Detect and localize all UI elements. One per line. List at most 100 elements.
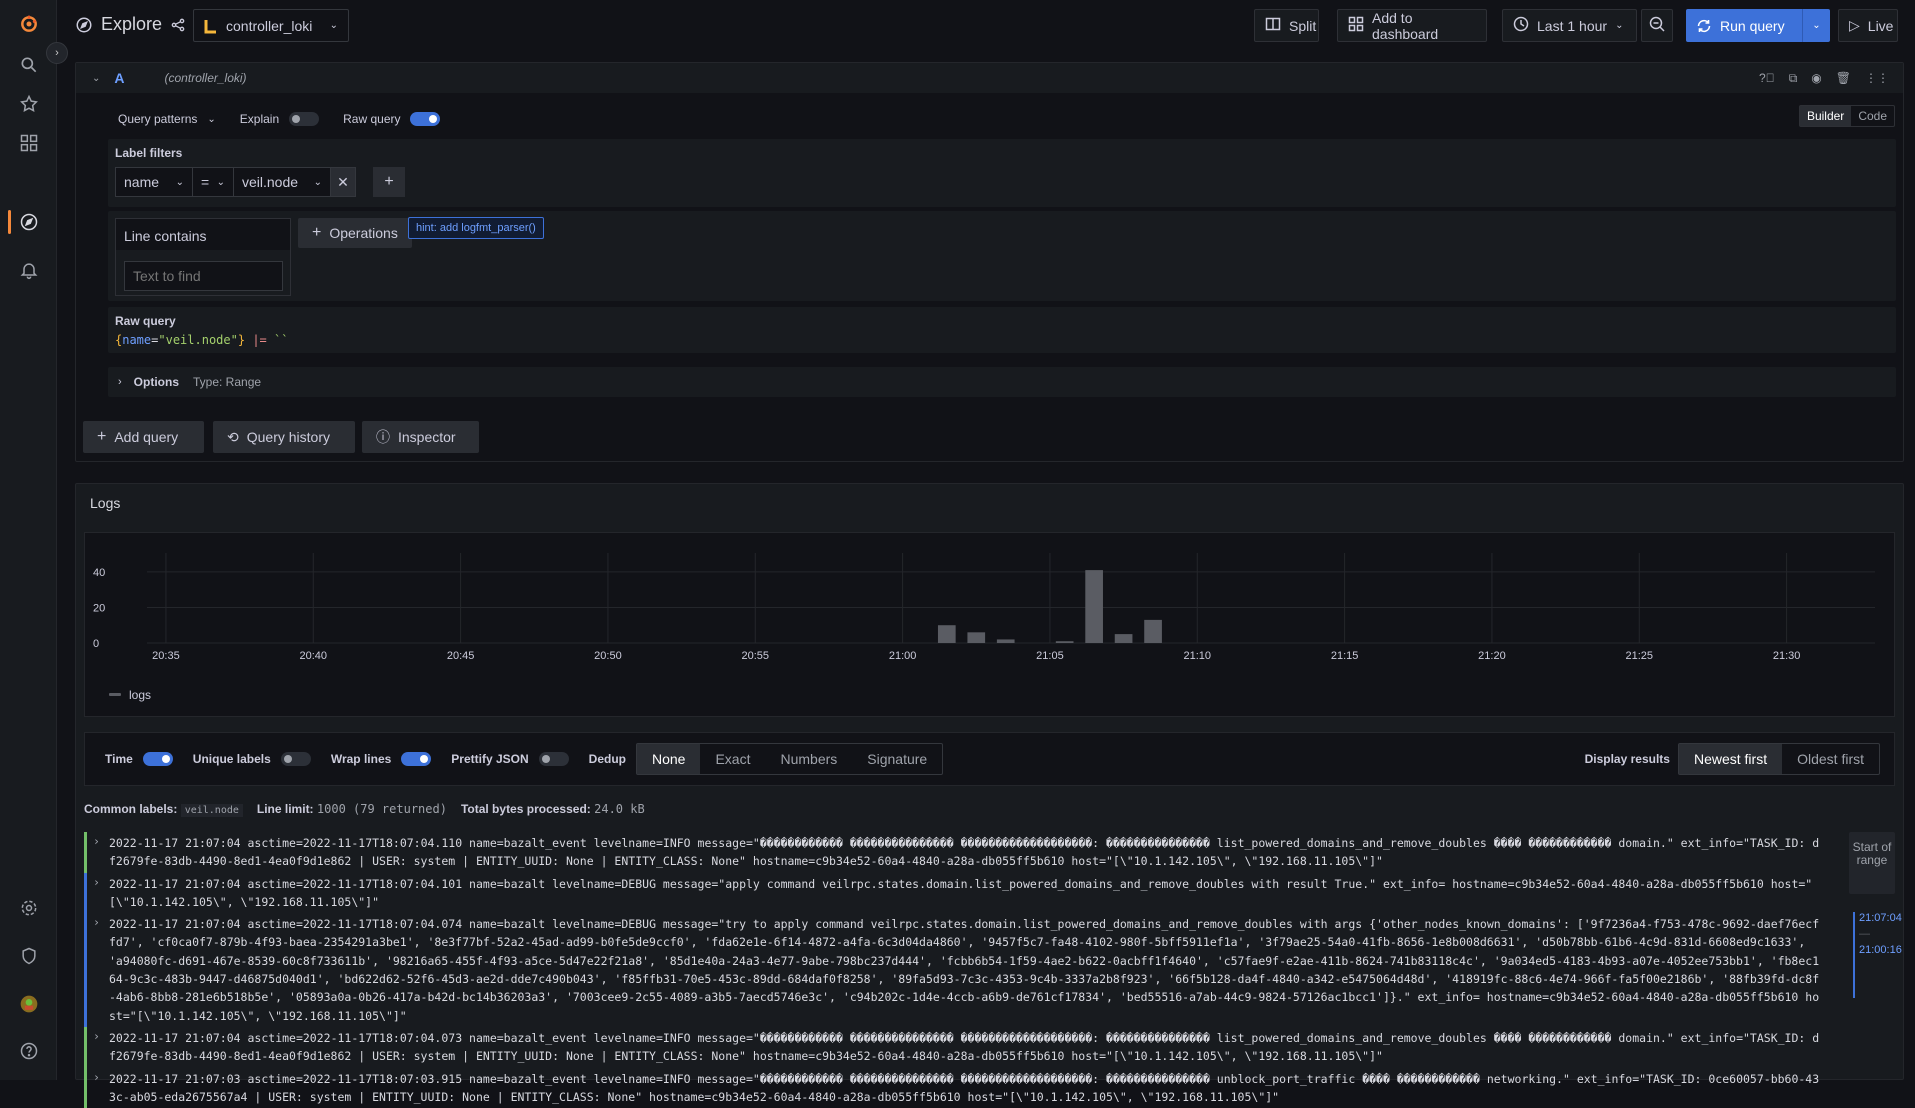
log-display-options: Time Unique labels Wrap lines Prettify J… bbox=[84, 732, 1895, 786]
chart-bar bbox=[996, 639, 1015, 643]
sort-order-control: Newest first Oldest first bbox=[1677, 743, 1880, 775]
time-range-label: Last 1 hour bbox=[1537, 17, 1608, 34]
dedup-exact-button[interactable]: Exact bbox=[700, 744, 765, 774]
run-query-button[interactable]: Run query ⌄ bbox=[1686, 9, 1830, 42]
remove-filter-button[interactable]: ✕ bbox=[330, 167, 356, 197]
dashboards-icon[interactable] bbox=[17, 131, 41, 155]
log-row[interactable]: › 2022-11-17 21:07:03 asctime=2022-11-17T… bbox=[84, 1067, 1822, 1108]
live-button[interactable]: ▷ Live bbox=[1838, 9, 1898, 42]
trash-icon[interactable]: 🗑 bbox=[1836, 71, 1851, 86]
user-avatar[interactable] bbox=[17, 992, 41, 1016]
chevron-right-icon: › bbox=[118, 376, 122, 388]
add-query-button[interactable]: + Add query bbox=[83, 421, 204, 453]
search-icon[interactable] bbox=[17, 53, 41, 77]
options-label: Options bbox=[133, 375, 179, 389]
zoom-out-button[interactable] bbox=[1641, 9, 1673, 42]
time-toggle[interactable] bbox=[142, 752, 173, 766]
collapse-chevron-icon[interactable]: ⌄ bbox=[92, 73, 100, 84]
log-row[interactable]: › 2022-11-17 21:07:04 asctime=2022-11-17T… bbox=[84, 913, 1822, 1027]
inspector-button[interactable]: ⓘ Inspector bbox=[362, 421, 479, 453]
explain-toggle[interactable] bbox=[289, 112, 320, 126]
display-results-label: Display results bbox=[1584, 752, 1670, 766]
split-button[interactable]: Split bbox=[1254, 9, 1319, 42]
text-to-find-input[interactable] bbox=[124, 261, 283, 291]
query-ref-id[interactable]: A bbox=[114, 70, 124, 86]
builder-mode-button[interactable]: Builder bbox=[1799, 106, 1852, 126]
drag-handle-icon[interactable]: ⋮⋮ bbox=[1865, 71, 1889, 86]
expand-row-chevron-icon[interactable]: › bbox=[93, 873, 100, 891]
share-icon[interactable] bbox=[170, 17, 186, 33]
info-circle-icon: ⓘ bbox=[376, 429, 390, 445]
log-message: asctime=2022-11-17T18:07:04.074 name=baz… bbox=[109, 917, 1820, 1023]
query-history-button[interactable]: ⟲ Query history bbox=[213, 421, 355, 453]
x-tick-label: 21:10 bbox=[1184, 650, 1212, 662]
log-timestamp: 2022-11-17 21:07:03 bbox=[109, 1071, 241, 1086]
explore-compass-icon[interactable] bbox=[17, 210, 41, 234]
run-dropdown-chevron-icon[interactable]: ⌄ bbox=[1802, 9, 1830, 42]
inspector-label: Inspector bbox=[398, 429, 456, 445]
options-row[interactable]: › Options Type: Range bbox=[108, 367, 1896, 397]
log-timestamp: 2022-11-17 21:07:04 bbox=[109, 1030, 241, 1045]
help-icon[interactable] bbox=[17, 1039, 41, 1063]
add-filter-button[interactable]: + bbox=[373, 167, 405, 197]
raw-query-code[interactable]: {name="veil.node"} |= `` bbox=[115, 333, 288, 347]
query-patterns-dropdown[interactable]: Query patterns ⌄ bbox=[118, 112, 230, 126]
add-to-dashboard-button[interactable]: Add to dashboard bbox=[1337, 9, 1487, 42]
raw-brace-close: } bbox=[237, 333, 246, 347]
expand-row-chevron-icon[interactable]: › bbox=[93, 832, 100, 850]
logs-volume-chart: 20:35 20:40 20:45 20:50 20:55 21:00 21:05 21:10… bbox=[84, 532, 1895, 717]
duplicate-icon[interactable]: ⧉ bbox=[1789, 71, 1798, 86]
chart-bar bbox=[1144, 619, 1162, 643]
logs-volume-svg: 20:35 20:40 20:45 20:50 20:55 21:00 21:05 21:10… bbox=[93, 553, 1875, 702]
dedup-signature-button[interactable]: Signature bbox=[852, 744, 942, 774]
settings-gear-icon[interactable] bbox=[17, 896, 41, 920]
bytes-processed-title: Total bytes processed: bbox=[460, 802, 591, 816]
log-row[interactable]: › 2022-11-17 21:07:04 asctime=2022-11-17T… bbox=[84, 832, 1822, 873]
alerting-bell-icon[interactable] bbox=[17, 258, 41, 282]
newest-first-button[interactable]: Newest first bbox=[1678, 744, 1783, 774]
starred-icon[interactable] bbox=[17, 92, 41, 116]
expand-sidebar-button[interactable]: › bbox=[46, 42, 68, 64]
label-operator-select[interactable]: = ⌄ bbox=[192, 167, 234, 197]
time-range-picker[interactable]: Last 1 hour ⌄ bbox=[1502, 9, 1637, 42]
unique-labels-toggle[interactable] bbox=[280, 752, 311, 766]
chevron-down-icon: ⌄ bbox=[207, 113, 216, 125]
operations-button[interactable]: + Operations bbox=[298, 218, 412, 248]
label-value-select[interactable]: veil.node ⌄ bbox=[233, 167, 331, 197]
hint-logfmt-button[interactable]: hint: add logfmt_parser() bbox=[408, 217, 544, 239]
expand-row-chevron-icon[interactable]: › bbox=[93, 913, 100, 931]
start-of-range-button[interactable]: Start of range bbox=[1849, 832, 1895, 894]
dedup-none-button[interactable]: None bbox=[637, 744, 701, 774]
plus-icon: + bbox=[312, 224, 322, 241]
log-row[interactable]: › 2022-11-17 21:07:04 asctime=2022-11-17T… bbox=[84, 1026, 1822, 1068]
x-tick-label: 20:55 bbox=[742, 650, 770, 662]
eye-icon[interactable]: ◉ bbox=[1811, 71, 1821, 86]
wrap-lines-toggle[interactable] bbox=[401, 752, 432, 766]
expand-row-chevron-icon[interactable]: › bbox=[93, 1068, 100, 1086]
range-dash: — bbox=[1859, 928, 1870, 940]
bytes-processed-value: 24.0 kB bbox=[594, 802, 645, 816]
raw-query-toggle[interactable] bbox=[410, 112, 441, 126]
log-timestamp: 2022-11-17 21:07:04 bbox=[109, 917, 241, 932]
log-row[interactable]: › 2022-11-17 21:07:04 asctime=2022-11-17T… bbox=[84, 872, 1822, 914]
prettify-json-toggle[interactable] bbox=[538, 752, 569, 766]
datasource-picker[interactable]: controller_loki ⌄ bbox=[193, 9, 349, 42]
chevron-down-icon: ⌄ bbox=[313, 176, 322, 188]
log-message: asctime=2022-11-17T18:07:04.101 name=baz… bbox=[109, 876, 1813, 909]
prettify-json-option-label: Prettify JSON bbox=[451, 752, 529, 766]
help-icon[interactable]: ?⃝ bbox=[1759, 71, 1775, 86]
chevron-down-icon: ⌄ bbox=[175, 176, 184, 188]
grafana-logo-icon[interactable] bbox=[17, 12, 41, 36]
oldest-first-button[interactable]: Oldest first bbox=[1782, 744, 1879, 774]
y-tick-label: 20 bbox=[93, 602, 105, 614]
shield-icon[interactable] bbox=[17, 944, 41, 968]
label-name-select[interactable]: name ⌄ bbox=[115, 167, 193, 197]
expand-row-chevron-icon[interactable]: › bbox=[93, 1027, 100, 1045]
code-mode-button[interactable]: Code bbox=[1851, 106, 1894, 126]
dedup-numbers-button[interactable]: Numbers bbox=[765, 744, 852, 774]
sidebar bbox=[0, 0, 57, 1080]
line-limit-title: Line limit: bbox=[256, 802, 314, 816]
raw-string: `` bbox=[274, 333, 289, 347]
y-tick-label: 0 bbox=[93, 638, 99, 650]
label-filters-title: Label filters bbox=[115, 146, 183, 160]
